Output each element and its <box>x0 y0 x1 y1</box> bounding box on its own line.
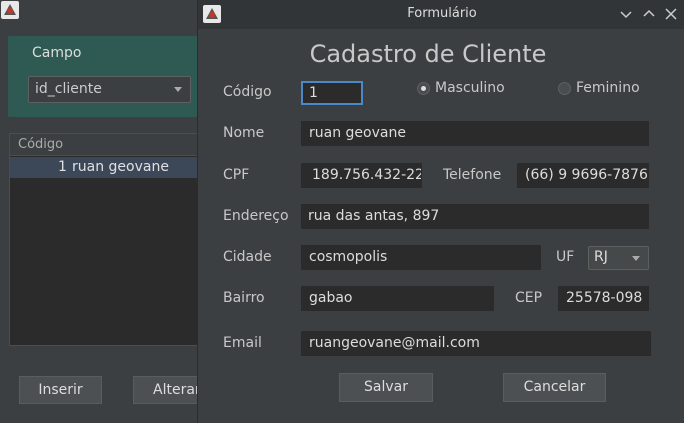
bairro-field[interactable]: gabao <box>301 286 494 311</box>
minimize-icon[interactable] <box>617 5 635 23</box>
bairro-label: Bairro <box>223 290 265 306</box>
table-header-codigo: Código <box>18 137 64 152</box>
page-title: Cadastro de Cliente <box>309 40 547 68</box>
endereco-field[interactable]: rua das antas, 897 <box>301 204 649 229</box>
cpf-label: CPF <box>223 167 250 183</box>
cancelar-button[interactable]: Cancelar <box>503 373 606 402</box>
nome-label: Nome <box>223 125 265 141</box>
feminino-radio[interactable] <box>558 82 571 95</box>
campo-label: Campo <box>32 45 82 61</box>
email-label: Email <box>223 335 262 351</box>
masculino-radio[interactable] <box>417 82 430 95</box>
telefone-field[interactable]: (66) 9 9696-7876 <box>517 163 649 188</box>
cidade-field[interactable]: cosmopolis <box>301 245 541 270</box>
close-icon[interactable] <box>662 5 680 23</box>
cpf-field[interactable]: 189.756.432-22 <box>301 163 422 188</box>
table-cell-id: 1 <box>58 159 67 175</box>
telefone-label: Telefone <box>443 167 502 183</box>
dialog-title: Formulário <box>407 6 477 21</box>
app-icon <box>203 5 221 23</box>
app-icon <box>1 1 19 19</box>
email-field[interactable]: ruangeovane@mail.com <box>301 331 651 356</box>
masculino-label[interactable]: Masculino <box>435 80 505 96</box>
table-cell-name: ruan geovane <box>72 159 169 175</box>
maximize-icon[interactable] <box>640 5 658 23</box>
chevron-down-icon <box>632 256 640 261</box>
codigo-field[interactable]: 1 <box>301 81 363 105</box>
cidade-label: Cidade <box>223 249 272 265</box>
cep-label: CEP <box>515 290 543 306</box>
chevron-down-icon <box>174 87 182 92</box>
endereco-label: Endereço <box>223 208 289 224</box>
campo-select-value: id_cliente <box>35 81 102 97</box>
uf-select-value: RJ <box>594 249 608 265</box>
cep-field[interactable]: 25578-098 <box>558 286 649 311</box>
salvar-button[interactable]: Salvar <box>339 373 433 402</box>
uf-label: UF <box>556 249 575 265</box>
feminino-label[interactable]: Feminino <box>576 80 640 96</box>
inserir-button[interactable]: Inserir <box>19 376 102 404</box>
nome-field[interactable]: ruan geovane <box>301 121 649 146</box>
codigo-label: Código <box>223 84 272 100</box>
